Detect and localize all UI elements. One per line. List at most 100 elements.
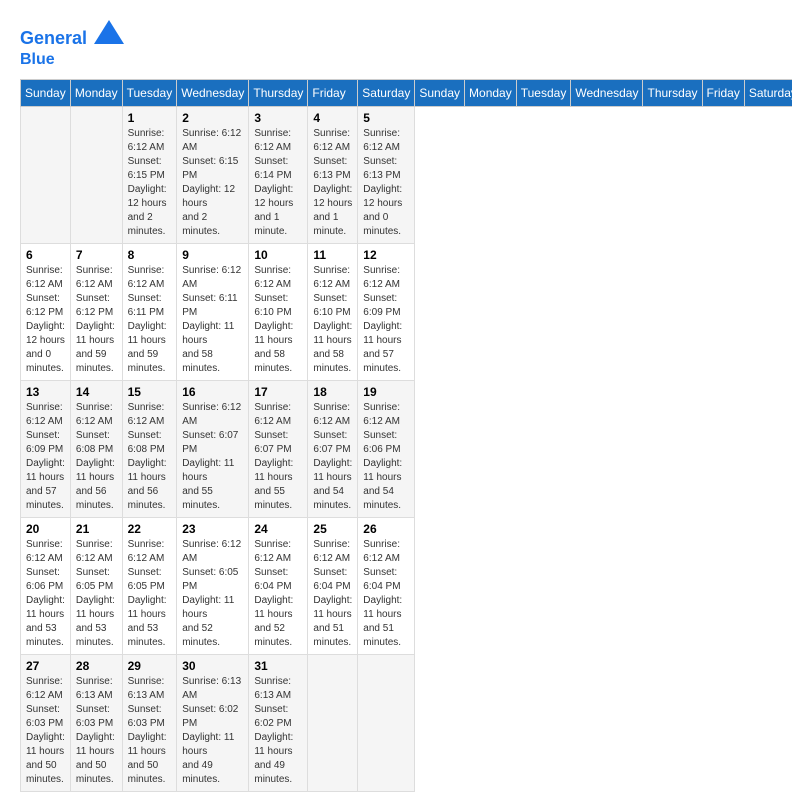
day-info: Sunrise: 6:12 AMSunset: 6:08 PMDaylight:… — [128, 401, 172, 513]
day-info: Sunrise: 6:12 AMSunset: 6:11 PMDaylight:… — [182, 264, 243, 376]
calendar-cell: 15 Sunrise: 6:12 AMSunset: 6:08 PMDayligh… — [122, 380, 177, 517]
day-number: 21 — [76, 522, 117, 536]
day-number: 22 — [128, 522, 172, 536]
calendar-cell — [70, 106, 122, 243]
day-info: Sunrise: 6:12 AMSunset: 6:15 PMDaylight:… — [128, 127, 172, 239]
day-number: 30 — [182, 659, 243, 673]
header-tuesday: Tuesday — [516, 79, 571, 106]
logo-icon — [94, 20, 124, 44]
calendar-cell: 25Sunrise: 6:12 AMSunset: 6:04 PMDayligh… — [308, 517, 358, 654]
day-number: 31 — [254, 659, 302, 673]
page-header: General Blue — [20, 20, 772, 69]
day-number: 10 — [254, 248, 302, 262]
header-sunday: Sunday — [415, 79, 465, 106]
day-info: Sunrise: 6:12 AMSunset: 6:07 PMDaylight:… — [254, 401, 302, 513]
header-saturday: Saturday — [358, 79, 415, 106]
day-info: Sunrise: 6:12 AMSunset: 6:07 PMDaylight:… — [313, 401, 352, 513]
calendar-cell: 27 Sunrise: 6:12 AMSunset: 6:03 PMDayligh… — [21, 654, 71, 791]
day-number: 1 — [128, 111, 172, 125]
calendar-cell: 10 Sunrise: 6:12 AMSunset: 6:10 PMDayligh… — [249, 243, 308, 380]
calendar-cell: 2 Sunrise: 6:12 AMSunset: 6:15 PMDaylight… — [177, 106, 249, 243]
day-info: Sunrise: 6:13 AMSunset: 6:03 PMDaylight:… — [76, 675, 117, 787]
header-monday: Monday — [465, 79, 517, 106]
calendar-week-5: 27 Sunrise: 6:12 AMSunset: 6:03 PMDayligh… — [21, 654, 792, 791]
day-number: 28 — [76, 659, 117, 673]
day-info: Sunrise: 6:12 AMSunset: 6:11 PMDaylight:… — [128, 264, 172, 376]
day-number: 19 — [363, 385, 409, 399]
day-info: Sunrise: 6:12 AMSunset: 6:08 PMDaylight:… — [76, 401, 117, 513]
header-sunday: Sunday — [21, 79, 71, 106]
day-info: Sunrise: 6:12 AMSunset: 6:04 PMDaylight:… — [363, 538, 409, 650]
calendar-cell: 5Sunrise: 6:12 AMSunset: 6:13 PMDaylight… — [358, 106, 415, 243]
calendar-cell: 1 Sunrise: 6:12 AMSunset: 6:15 PMDaylight… — [122, 106, 177, 243]
day-info: Sunrise: 6:12 AMSunset: 6:07 PMDaylight:… — [182, 401, 243, 513]
calendar-cell: 6 Sunrise: 6:12 AMSunset: 6:12 PMDaylight… — [21, 243, 71, 380]
calendar-cell: 7Sunrise: 6:12 AMSunset: 6:12 PMDaylight… — [70, 243, 122, 380]
day-number: 8 — [128, 248, 172, 262]
calendar-cell: 16 Sunrise: 6:12 AMSunset: 6:07 PMDayligh… — [177, 380, 249, 517]
calendar-cell: 13 Sunrise: 6:12 AMSunset: 6:09 PMDayligh… — [21, 380, 71, 517]
day-info: Sunrise: 6:12 AMSunset: 6:06 PMDaylight:… — [26, 538, 65, 650]
header-wednesday: Wednesday — [571, 79, 643, 106]
day-number: 13 — [26, 385, 65, 399]
day-number: 17 — [254, 385, 302, 399]
day-info: Sunrise: 6:13 AMSunset: 6:02 PMDaylight:… — [254, 675, 302, 787]
calendar-cell: 26 Sunrise: 6:12 AMSunset: 6:04 PMDayligh… — [358, 517, 415, 654]
day-number: 3 — [254, 111, 302, 125]
calendar-week-1: 1 Sunrise: 6:12 AMSunset: 6:15 PMDaylight… — [21, 106, 792, 243]
day-number: 2 — [182, 111, 243, 125]
day-number: 16 — [182, 385, 243, 399]
day-info: Sunrise: 6:12 AMSunset: 6:10 PMDaylight:… — [254, 264, 302, 376]
day-info: Sunrise: 6:12 AMSunset: 6:06 PMDaylight:… — [363, 401, 409, 513]
header-friday: Friday — [702, 79, 744, 106]
day-number: 15 — [128, 385, 172, 399]
calendar-header-row: SundayMondayTuesdayWednesdayThursdayFrid… — [21, 79, 792, 106]
calendar-cell: 8 Sunrise: 6:12 AMSunset: 6:11 PMDaylight… — [122, 243, 177, 380]
calendar-cell: 20Sunrise: 6:12 AMSunset: 6:06 PMDayligh… — [21, 517, 71, 654]
day-info: Sunrise: 6:12 AMSunset: 6:12 PMDaylight:… — [26, 264, 65, 376]
day-number: 26 — [363, 522, 409, 536]
calendar-cell: 12Sunrise: 6:12 AMSunset: 6:09 PMDayligh… — [358, 243, 415, 380]
day-number: 23 — [182, 522, 243, 536]
calendar-week-2: 6 Sunrise: 6:12 AMSunset: 6:12 PMDaylight… — [21, 243, 792, 380]
day-info: Sunrise: 6:12 AMSunset: 6:13 PMDaylight:… — [313, 127, 352, 239]
calendar-cell: 23 Sunrise: 6:12 AMSunset: 6:05 PMDayligh… — [177, 517, 249, 654]
day-number: 11 — [313, 248, 352, 262]
calendar-week-4: 20Sunrise: 6:12 AMSunset: 6:06 PMDayligh… — [21, 517, 792, 654]
calendar-cell — [358, 654, 415, 791]
day-info: Sunrise: 6:12 AMSunset: 6:10 PMDaylight:… — [313, 264, 352, 376]
logo-blue: Blue — [20, 50, 124, 69]
calendar-cell: 19 Sunrise: 6:12 AMSunset: 6:06 PMDayligh… — [358, 380, 415, 517]
calendar-cell: 17 Sunrise: 6:12 AMSunset: 6:07 PMDayligh… — [249, 380, 308, 517]
day-number: 18 — [313, 385, 352, 399]
calendar-cell: 9Sunrise: 6:12 AMSunset: 6:11 PMDaylight… — [177, 243, 249, 380]
day-number: 6 — [26, 248, 65, 262]
calendar-cell: 21Sunrise: 6:12 AMSunset: 6:05 PMDayligh… — [70, 517, 122, 654]
calendar-cell: 3Sunrise: 6:12 AMSunset: 6:14 PMDaylight… — [249, 106, 308, 243]
calendar-cell: 18 Sunrise: 6:12 AMSunset: 6:07 PMDayligh… — [308, 380, 358, 517]
calendar-cell: 22Sunrise: 6:12 AMSunset: 6:05 PMDayligh… — [122, 517, 177, 654]
day-info: Sunrise: 6:12 AMSunset: 6:15 PMDaylight:… — [182, 127, 243, 239]
logo-text: General — [20, 20, 124, 50]
day-number: 7 — [76, 248, 117, 262]
header-saturday: Saturday — [744, 79, 792, 106]
calendar-cell: 31 Sunrise: 6:13 AMSunset: 6:02 PMDayligh… — [249, 654, 308, 791]
day-number: 24 — [254, 522, 302, 536]
day-info: Sunrise: 6:12 AMSunset: 6:05 PMDaylight:… — [182, 538, 243, 650]
calendar-cell — [308, 654, 358, 791]
header-tuesday: Tuesday — [122, 79, 177, 106]
calendar-cell — [21, 106, 71, 243]
day-info: Sunrise: 6:13 AMSunset: 6:02 PMDaylight:… — [182, 675, 243, 787]
day-info: Sunrise: 6:13 AMSunset: 6:03 PMDaylight:… — [128, 675, 172, 787]
header-thursday: Thursday — [643, 79, 702, 106]
day-info: Sunrise: 6:12 AMSunset: 6:09 PMDaylight:… — [26, 401, 65, 513]
day-number: 25 — [313, 522, 352, 536]
header-wednesday: Wednesday — [177, 79, 249, 106]
day-number: 27 — [26, 659, 65, 673]
calendar-cell: 14Sunrise: 6:12 AMSunset: 6:08 PMDayligh… — [70, 380, 122, 517]
calendar-table: SundayMondayTuesdayWednesdayThursdayFrid… — [20, 79, 792, 792]
day-info: Sunrise: 6:12 AMSunset: 6:03 PMDaylight:… — [26, 675, 65, 787]
header-thursday: Thursday — [249, 79, 308, 106]
calendar-cell: 29Sunrise: 6:13 AMSunset: 6:03 PMDayligh… — [122, 654, 177, 791]
calendar-week-3: 13 Sunrise: 6:12 AMSunset: 6:09 PMDayligh… — [21, 380, 792, 517]
